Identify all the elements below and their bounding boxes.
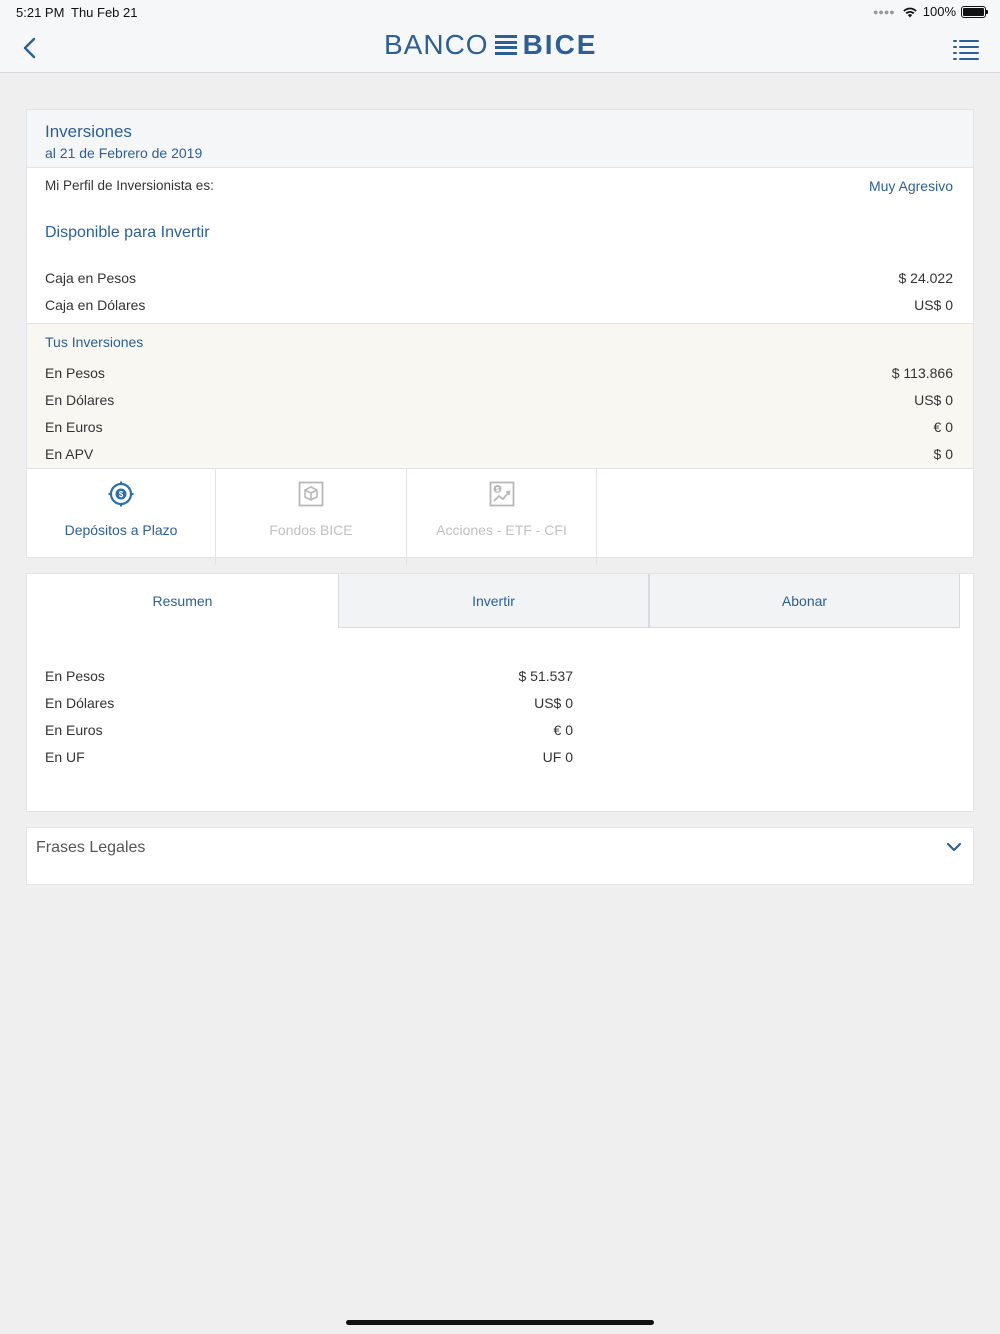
chevron-down-icon — [946, 842, 962, 852]
product-label: Fondos BICE — [269, 522, 353, 538]
legal-accordion[interactable]: Frases Legales — [26, 827, 974, 885]
profile-label: Mi Perfil de Inversionista es: — [45, 178, 214, 193]
investments-header: Inversiones al 21 de Febrero de 2019 — [27, 110, 973, 168]
logo-bice-text: BICE — [522, 29, 598, 60]
investment-label: En APV — [45, 446, 94, 462]
tab-bar: Resumen Invertir Abonar — [27, 574, 973, 628]
investment-row: En Euros € 0 — [27, 413, 973, 440]
menu-list-icon — [953, 40, 979, 60]
investment-row: En Dólares US$ 0 — [27, 386, 973, 413]
product-acciones-etf-cfi[interactable]: $ Acciones - ETF - CFI — [407, 469, 597, 565]
summary-label: En UF — [45, 749, 85, 765]
svg-text:$: $ — [119, 490, 124, 499]
summary-row: En Pesos $ 51.537 — [27, 662, 973, 689]
tab-resumen[interactable]: Resumen — [27, 574, 338, 628]
menu-button[interactable] — [952, 38, 980, 60]
dollar-target-icon: $ — [108, 481, 134, 507]
product-fondos-bice[interactable]: Fondos BICE — [216, 469, 407, 565]
investment-value: US$ 0 — [914, 392, 953, 408]
battery-icon — [961, 5, 988, 18]
status-bar: 5:21 PM Thu Feb 21 ●●●● 100% — [0, 0, 1000, 24]
box-icon — [298, 481, 324, 507]
investment-label: En Pesos — [45, 365, 105, 381]
available-title: Disponible para Invertir — [45, 224, 210, 241]
summary-value: $ 51.537 — [518, 668, 574, 684]
investment-value: $ 113.866 — [891, 365, 953, 381]
investment-row: En APV $ 0 — [27, 440, 973, 467]
available-label: Caja en Dólares — [45, 297, 146, 313]
nav-bar: BANCO BICE — [0, 24, 1000, 73]
battery-percent: 100% — [922, 4, 956, 19]
available-label: Caja en Pesos — [45, 270, 137, 286]
profile-value[interactable]: Muy Agresivo — [869, 178, 953, 194]
profile-row: Mi Perfil de Inversionista es: Muy Agres… — [27, 168, 973, 208]
back-button[interactable] — [16, 34, 44, 62]
your-investments-section: Tus Inversiones En Pesos $ 113.866 En Dó… — [27, 323, 973, 469]
summary-row: En UF UF 0 — [27, 743, 973, 770]
summary-row: En Dólares US$ 0 — [27, 689, 973, 716]
summary-value: US$ 0 — [534, 695, 573, 711]
investment-label: En Euros — [45, 419, 103, 435]
logo-banco-text: BANCO — [384, 29, 489, 60]
summary-row: En Euros € 0 — [27, 716, 973, 743]
investment-label: En Dólares — [45, 392, 115, 408]
svg-text:$: $ — [495, 487, 499, 494]
investments-card: Inversiones al 21 de Febrero de 2019 Mi … — [26, 109, 974, 565]
legal-label: Frases Legales — [36, 839, 146, 856]
summary-label: En Dólares — [45, 695, 115, 711]
product-label: Acciones - ETF - CFI — [436, 522, 567, 538]
status-right: ●●●● 100% — [873, 4, 988, 19]
summary-label: En Euros — [45, 722, 103, 738]
product-tiles: $ Depósitos a Plazo Fondos BICE $ Accion… — [27, 469, 973, 565]
investment-value: € 0 — [933, 419, 953, 435]
investments-date: al 21 de Febrero de 2019 — [45, 145, 203, 161]
logo-bars-icon — [494, 35, 517, 55]
available-value: $ 24.022 — [898, 270, 954, 286]
signal-dots-icon: ●●●● — [873, 6, 895, 17]
investment-value: $ 0 — [933, 446, 953, 462]
your-investments-title: Tus Inversiones — [45, 334, 144, 350]
status-time: 5:21 PM — [16, 5, 65, 20]
chart-dollar-icon: $ — [489, 481, 514, 507]
summary-value: UF 0 — [542, 749, 573, 765]
banco-bice-logo: BANCO BICE — [384, 29, 598, 60]
summary-label: En Pesos — [45, 668, 105, 684]
investment-row: En Pesos $ 113.866 — [27, 359, 973, 386]
available-row: Caja en Dólares US$ 0 — [27, 291, 973, 323]
home-indicator[interactable] — [346, 1320, 654, 1325]
status-date: Thu Feb 21 — [71, 5, 138, 20]
wifi-icon — [903, 7, 917, 17]
tab-abonar[interactable]: Abonar — [649, 574, 960, 628]
product-label: Depósitos a Plazo — [64, 522, 178, 538]
summary-value: € 0 — [553, 722, 573, 738]
summary-list: En Pesos $ 51.537 En Dólares US$ 0 En Eu… — [27, 628, 973, 770]
summary-card: Resumen Invertir Abonar En Pesos $ 51.53… — [26, 573, 974, 812]
investments-title: Inversiones — [45, 122, 132, 141]
available-row: Caja en Pesos $ 24.022 — [27, 264, 973, 291]
product-depositos-a-plazo[interactable]: $ Depósitos a Plazo — [27, 469, 216, 565]
tab-invertir[interactable]: Invertir — [338, 574, 649, 628]
available-value: US$ 0 — [914, 297, 953, 313]
chevron-left-icon — [23, 37, 36, 59]
